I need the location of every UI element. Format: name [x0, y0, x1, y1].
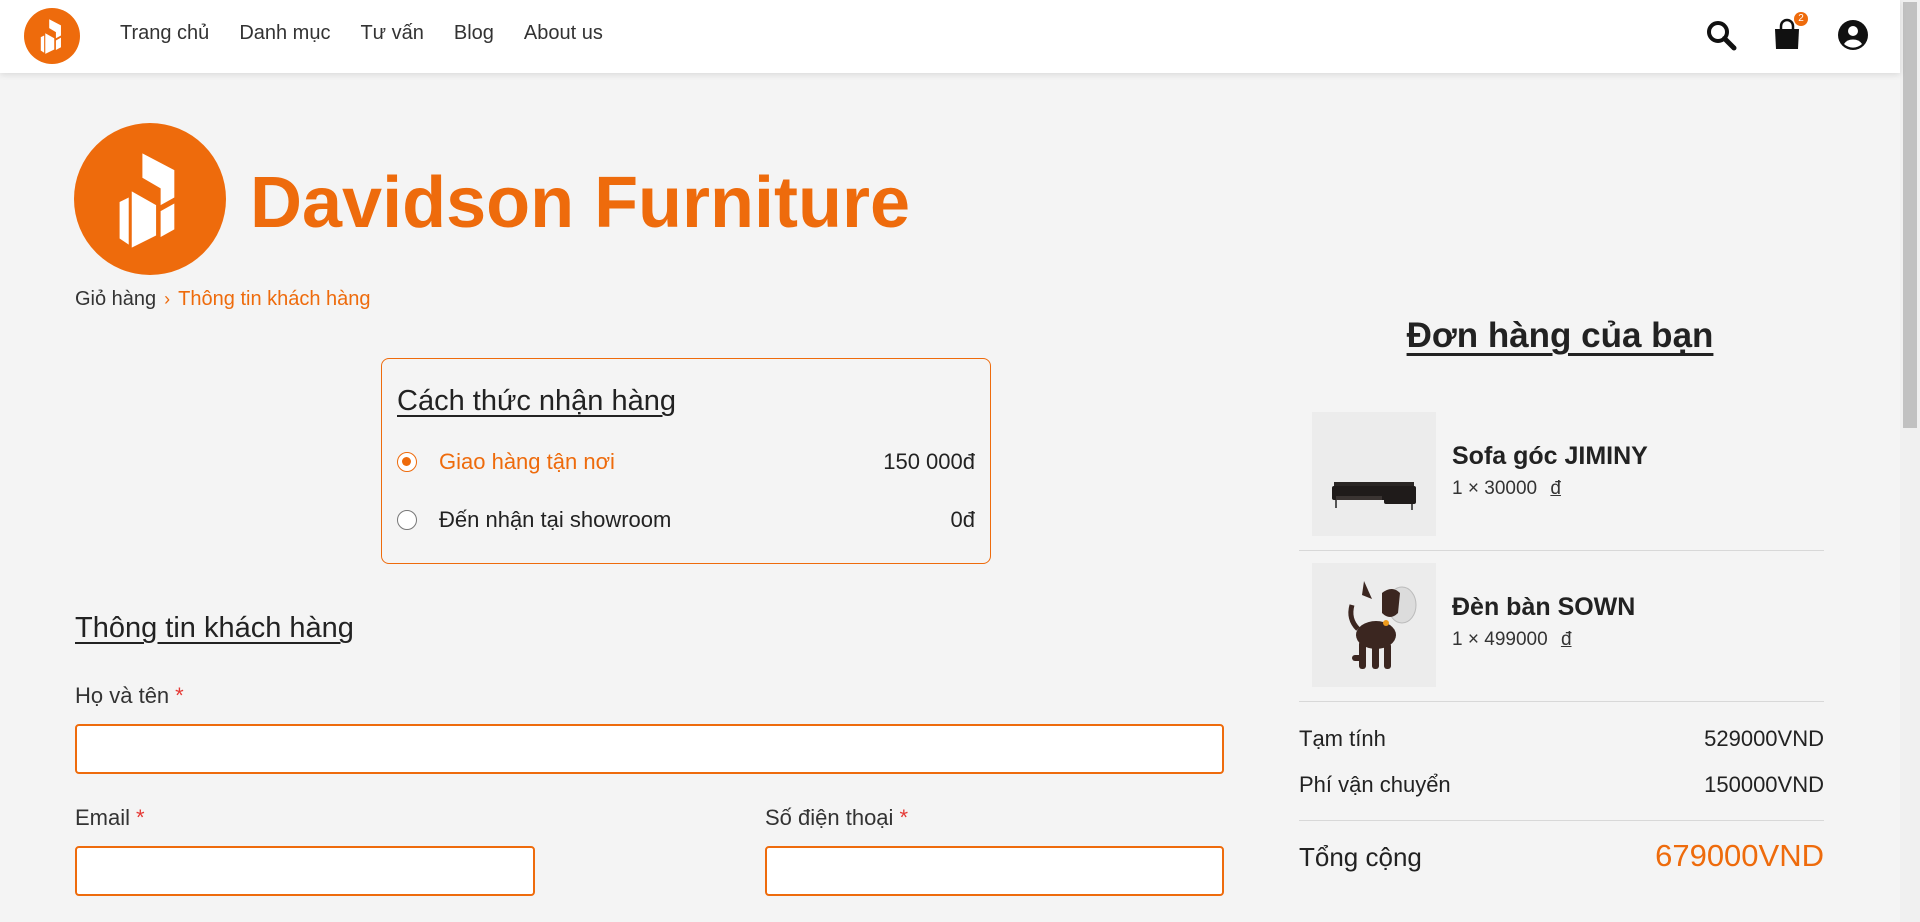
- order-item-name: Sofa góc JIMINY: [1452, 442, 1648, 470]
- total-label: Tổng cộng: [1299, 842, 1422, 872]
- nav-link-consulting[interactable]: Tư vấn: [360, 22, 423, 45]
- item-qty: 1: [1452, 478, 1463, 499]
- delivery-option-label: Đến nhận tại showroom: [439, 507, 672, 532]
- sofa-image: [1312, 412, 1436, 536]
- phone-input[interactable]: [765, 846, 1224, 896]
- full-name-label-text: Họ và tên: [75, 683, 170, 708]
- email-input[interactable]: [75, 846, 535, 896]
- total-row: Tổng cộng 679000VND: [1299, 838, 1824, 874]
- page-scrollbar[interactable]: [1900, 0, 1920, 922]
- delivery-option-showroom[interactable]: Đến nhận tại showroom 0đ: [397, 505, 975, 535]
- scrollbar-thumb[interactable]: [1903, 2, 1917, 428]
- item-currency: đ: [1560, 629, 1572, 650]
- required-mark: *: [175, 683, 184, 708]
- nav-icon-group: 2: [1704, 12, 1870, 52]
- delivery-method-box: Cách thức nhận hàng Giao hàng tận nơi 15…: [381, 358, 991, 564]
- subtotal-row: Tạm tính 529000VND: [1299, 726, 1824, 752]
- shipping-row: Phí vận chuyển 150000VND: [1299, 772, 1824, 798]
- delivery-option-price: 150 000đ: [883, 449, 975, 474]
- item-price: 499000: [1484, 629, 1548, 650]
- nav-link-home[interactable]: Trang chủ: [120, 22, 209, 45]
- radio-showroom-pickup[interactable]: [397, 510, 417, 530]
- phone-label-text: Số điện thoại: [765, 805, 894, 830]
- item-qty: 1: [1452, 629, 1463, 650]
- nav-link-about[interactable]: About us: [524, 22, 603, 45]
- nav-link-categories[interactable]: Danh mục: [239, 22, 330, 45]
- divider: [1299, 550, 1824, 551]
- delivery-option-price: 0đ: [950, 507, 975, 532]
- order-summary-title: Đơn hàng của bạn: [1406, 316, 1714, 355]
- phone-label: Số điện thoại *: [765, 805, 908, 831]
- full-name-label: Họ và tên *: [75, 683, 184, 709]
- shipping-label: Phí vận chuyển: [1299, 772, 1451, 797]
- main-nav: Trang chủ Danh mục Tư vấn Blog About us: [120, 22, 603, 45]
- shopping-bag-icon[interactable]: 2: [1770, 12, 1808, 52]
- required-mark: *: [136, 805, 145, 830]
- required-mark: *: [899, 805, 908, 830]
- breadcrumb-cart-link[interactable]: Giỏ hàng: [75, 288, 156, 311]
- user-account-icon[interactable]: [1836, 18, 1870, 52]
- breadcrumb: Giỏ hàng › Thông tin khách hàng: [75, 288, 371, 311]
- brand-large-logo-icon: [74, 123, 226, 275]
- item-price: 30000: [1484, 478, 1538, 499]
- item-currency: đ: [1550, 478, 1561, 499]
- order-item-quantity-price: 1 × 30000 đ: [1452, 478, 1561, 500]
- brand-logo-icon[interactable]: [24, 8, 80, 64]
- divider: [1299, 701, 1824, 702]
- customer-info-title: Thông tin khách hàng: [75, 612, 354, 644]
- order-item-name: Đèn bàn SOWN: [1452, 593, 1636, 621]
- top-navbar: Trang chủ Danh mục Tư vấn Blog About us …: [0, 0, 1900, 73]
- order-item: Đèn bàn SOWN 1 × 499000 đ: [1299, 563, 1824, 713]
- radio-home-delivery[interactable]: [397, 452, 417, 472]
- subtotal-label: Tạm tính: [1299, 726, 1386, 751]
- item-times: ×: [1467, 478, 1479, 499]
- delivery-option-label: Giao hàng tận nơi: [439, 449, 615, 474]
- email-label-text: Email: [75, 805, 131, 830]
- delivery-option-home[interactable]: Giao hàng tận nơi 150 000đ: [397, 447, 975, 477]
- order-item-quantity-price: 1 × 499000 đ: [1452, 629, 1572, 651]
- shipping-value: 150000VND: [1704, 772, 1824, 797]
- dog-lamp-image: [1312, 563, 1436, 687]
- subtotal-value: 529000VND: [1704, 726, 1824, 751]
- search-icon[interactable]: [1704, 18, 1738, 52]
- delivery-method-title: Cách thức nhận hàng: [397, 385, 676, 417]
- brand-title: Davidson Furniture: [250, 163, 911, 243]
- item-times: ×: [1467, 629, 1479, 650]
- breadcrumb-current: Thông tin khách hàng: [178, 288, 371, 310]
- cart-count-badge: 2: [1794, 12, 1808, 26]
- divider: [1299, 820, 1824, 821]
- chevron-right-icon: ›: [164, 289, 171, 309]
- order-item: Sofa góc JIMINY 1 × 30000 đ: [1299, 412, 1824, 562]
- email-label: Email *: [75, 805, 145, 831]
- total-value: 679000VND: [1655, 838, 1824, 873]
- nav-link-blog[interactable]: Blog: [454, 22, 494, 45]
- full-name-input[interactable]: [75, 724, 1224, 774]
